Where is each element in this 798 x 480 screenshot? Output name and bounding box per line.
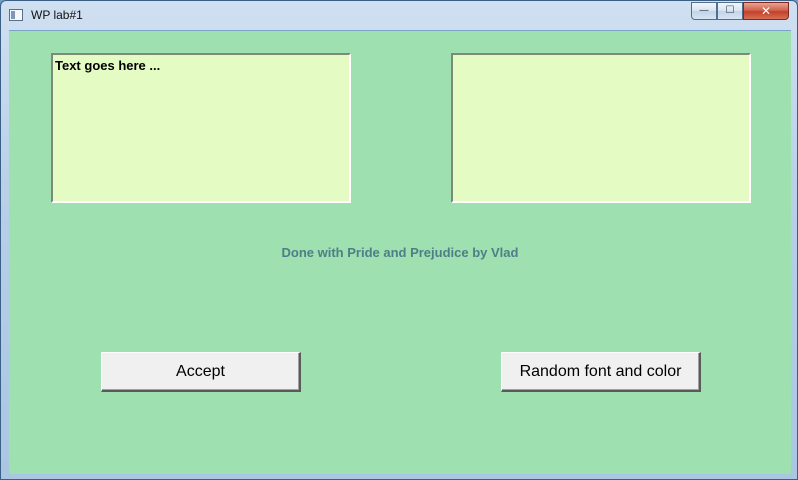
window-bottom-border — [1, 473, 797, 479]
window-title: WP lab#1 — [31, 8, 83, 22]
output-text-box[interactable] — [451, 53, 751, 203]
minimize-button[interactable]: — — [691, 2, 717, 20]
accept-button[interactable]: Accept — [101, 352, 301, 392]
minimize-icon: — — [699, 5, 709, 16]
app-window-icon[interactable] — [9, 9, 23, 21]
client-area: Text goes here ... Done with Pride and P… — [9, 30, 791, 474]
maximize-button[interactable]: ☐ — [717, 2, 743, 20]
title-bar[interactable]: WP lab#1 — ☐ ✕ — [1, 1, 797, 29]
input-text-box[interactable]: Text goes here ... — [51, 53, 351, 203]
close-icon: ✕ — [760, 4, 772, 18]
random-font-color-button[interactable]: Random font and color — [501, 352, 701, 392]
maximize-icon: ☐ — [725, 5, 735, 16]
credit-label: Done with Pride and Prejudice by Vlad — [281, 245, 519, 260]
close-button[interactable]: ✕ — [743, 2, 789, 20]
app-window: WP lab#1 — ☐ ✕ Text goes here ... Done w… — [0, 0, 798, 480]
